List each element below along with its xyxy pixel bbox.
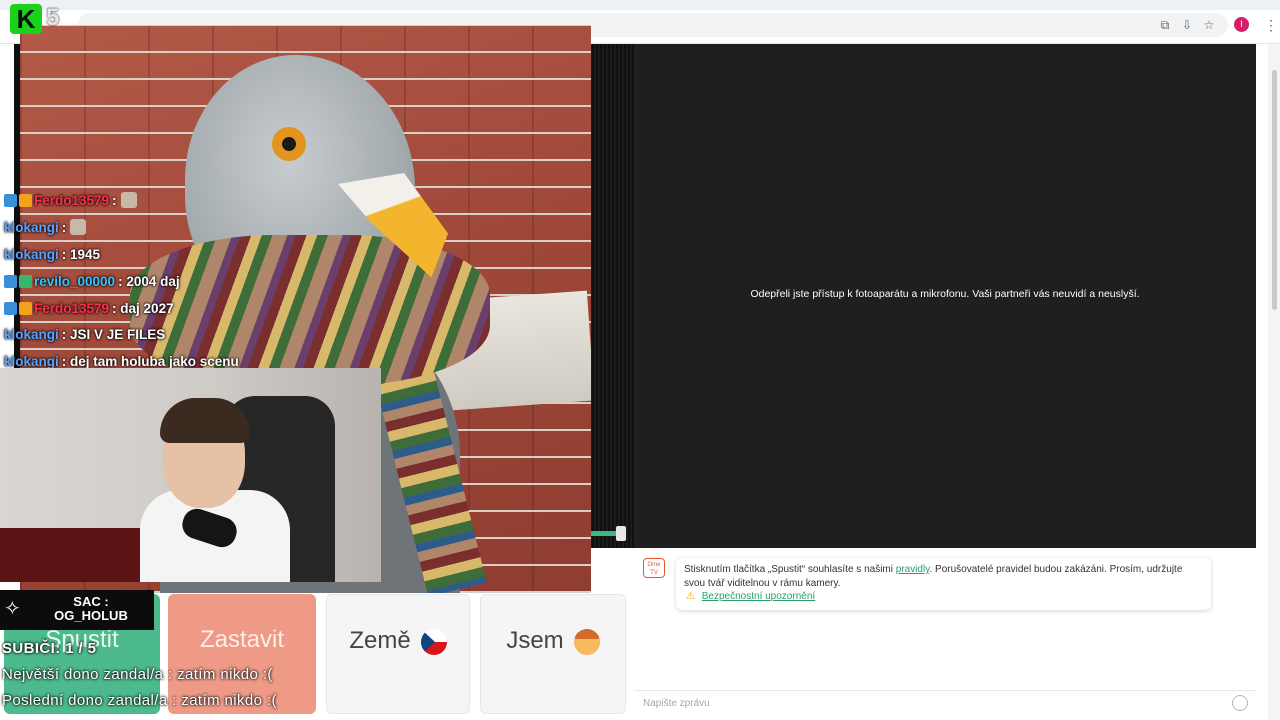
own-video-static bbox=[590, 44, 634, 548]
emote-icon bbox=[120, 192, 137, 208]
chat-text: : 2004 daj bbox=[118, 273, 180, 289]
pigeon-eye bbox=[272, 127, 306, 161]
pigeon-glyph-icon: ✧ bbox=[4, 598, 21, 620]
volume-slider-handle[interactable] bbox=[616, 526, 626, 541]
gender-button[interactable]: Jsem bbox=[480, 594, 626, 714]
top-donation: Největší dono zandal/a : zatím nikdo :( bbox=[2, 666, 273, 683]
chat-text: : daj 2027 bbox=[112, 300, 174, 316]
safety-warning: ⚠ Bezpečnostní upozornění bbox=[686, 591, 815, 602]
stream-chat-line: klokangi : 1945 bbox=[4, 244, 100, 264]
warning-icon: ⚠ bbox=[686, 591, 695, 602]
rules-info-message: Stisknutím tlačítka „Spustit“ souhlasíte… bbox=[676, 558, 1211, 610]
sub-badge-icon bbox=[19, 274, 32, 288]
tab-strip[interactable] bbox=[0, 0, 1280, 10]
stream-chat-line: Ferdo13579 : daj 2027 bbox=[4, 298, 174, 318]
star-icon[interactable]: ☆ bbox=[1200, 16, 1218, 34]
chat-text: : bbox=[112, 192, 117, 208]
person-icon bbox=[573, 629, 600, 655]
crown-badge-icon bbox=[19, 301, 32, 315]
country-label: Země bbox=[349, 627, 411, 654]
scrollbar-thumb[interactable] bbox=[1272, 70, 1277, 310]
viewer-count: 5 bbox=[46, 4, 60, 31]
chat-text: : 1945 bbox=[61, 246, 101, 262]
chat-username: klokangi bbox=[4, 219, 59, 235]
chat-username: klokangi bbox=[4, 246, 59, 262]
ometv-logo-icon: Ome TV bbox=[643, 558, 665, 578]
kick-logo-icon: K bbox=[10, 4, 42, 34]
install-app-icon[interactable]: ⇩ bbox=[1178, 16, 1196, 34]
badge-icon bbox=[4, 193, 17, 207]
stream-chat-line: klokangi : bbox=[4, 217, 87, 237]
stream-chat-line: Ferdo13579 : bbox=[4, 190, 137, 210]
chat-text: : dej tam holuba jako scenu bbox=[61, 353, 239, 369]
stream-chat-line: revilo_00000 : 2004 daj bbox=[4, 271, 180, 291]
camera-denied-message: Odepřeli jste přístup k fotoaparátu a mi… bbox=[750, 288, 1140, 300]
streamer-headphones bbox=[160, 398, 250, 443]
chat-input[interactable] bbox=[634, 690, 1256, 718]
browser-menu-icon[interactable]: ⋮ bbox=[1264, 16, 1278, 34]
last-donation: Poslední dono zandal/a : zatím nikdo :( bbox=[2, 692, 277, 709]
profile-avatar[interactable]: I bbox=[1234, 17, 1249, 32]
sac-line1: SAC : bbox=[73, 594, 109, 609]
crown-badge-icon bbox=[19, 193, 32, 207]
rules-link[interactable]: pravidly bbox=[896, 564, 930, 575]
chat-username: revilo_00000 bbox=[34, 273, 116, 289]
emoji-icon[interactable] bbox=[1232, 695, 1248, 711]
safety-warning-link[interactable]: Bezpečnostní upozornění bbox=[702, 591, 815, 602]
country-button[interactable]: Země bbox=[326, 594, 470, 714]
chat-username: klokangi bbox=[4, 353, 59, 369]
streamer-webcam bbox=[0, 368, 381, 582]
gender-label: Jsem bbox=[506, 627, 564, 654]
rules-text-before: Stisknutím tlačítka „Spustit“ souhlasíte… bbox=[684, 564, 893, 575]
chat-username: Ferdo13579 bbox=[34, 300, 110, 316]
badge-icon bbox=[4, 301, 17, 315]
emote-icon bbox=[70, 219, 87, 235]
subscriber-count: SUBIČI: 1 / 5 bbox=[2, 640, 97, 657]
chat-username: Ferdo13579 bbox=[34, 192, 110, 208]
chat-text: : JSI V JE FILES bbox=[61, 326, 166, 342]
chat-username: klokangi bbox=[4, 326, 59, 342]
chat-text: : bbox=[61, 219, 67, 235]
sac-line2: OG_HOLUB bbox=[54, 608, 128, 623]
chat-input-placeholder: Napište zprávu bbox=[643, 698, 710, 709]
czech-flag-icon bbox=[420, 629, 447, 655]
translate-icon[interactable]: ⧉ bbox=[1156, 16, 1174, 34]
stream-chat-line: klokangi : JSI V JE FILES bbox=[4, 324, 165, 344]
badge-icon bbox=[4, 274, 17, 288]
